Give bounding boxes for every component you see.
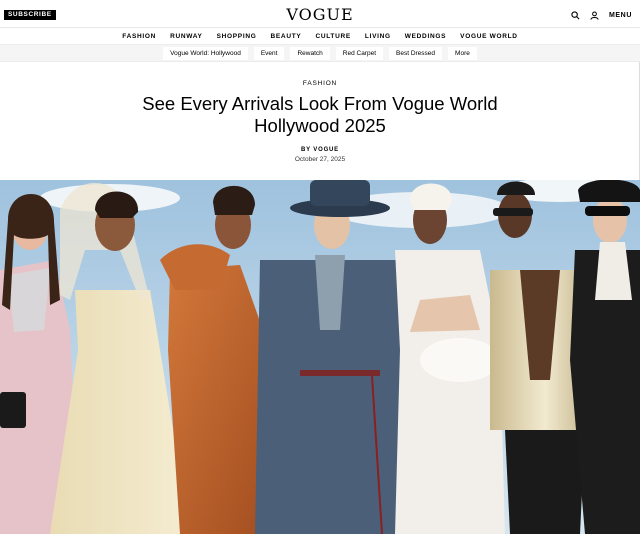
hero-photo-illustration (0, 180, 640, 534)
article-headline: See Every Arrivals Look From Vogue World… (142, 93, 498, 136)
nav-item-vogue-world[interactable]: VOGUE WORLD (460, 33, 518, 40)
subnav-item-rewatch[interactable]: Rewatch (290, 46, 330, 60)
nav-item-fashion[interactable]: FASHION (122, 33, 156, 40)
subnav-item-more[interactable]: More (448, 46, 477, 60)
hero-image[interactable] (0, 180, 640, 534)
nav-item-culture[interactable]: CULTURE (315, 33, 350, 40)
user-icon[interactable] (590, 10, 599, 20)
main-nav: FASHION RUNWAY SHOPPING BEAUTY CULTURE L… (0, 28, 640, 44)
vogue-logo[interactable]: VOGUE (0, 5, 640, 24)
nav-item-living[interactable]: LIVING (365, 33, 391, 40)
sub-nav: Vogue World: Hollywood Event Rewatch Red… (0, 44, 640, 62)
article-byline[interactable]: BY VOGUE (0, 147, 640, 153)
top-bar: SUBSCRIBE VOGUE MENU (0, 0, 640, 28)
header-tools: MENU (571, 8, 632, 22)
subnav-item-red-carpet[interactable]: Red Carpet (335, 46, 384, 60)
menu-button[interactable]: MENU (609, 12, 632, 19)
search-icon[interactable] (571, 10, 580, 20)
article-kicker[interactable]: FASHION (0, 80, 640, 87)
subnav-item-event[interactable]: Event (253, 46, 285, 60)
subnav-item-best-dressed[interactable]: Best Dressed (389, 46, 443, 60)
nav-item-beauty[interactable]: BEAUTY (271, 33, 302, 40)
nav-item-shopping[interactable]: SHOPPING (217, 33, 257, 40)
nav-item-weddings[interactable]: WEDDINGS (405, 33, 446, 40)
nav-item-runway[interactable]: RUNWAY (170, 33, 203, 40)
subnav-item-vogue-world-hollywood[interactable]: Vogue World: Hollywood (163, 46, 248, 60)
article-date: October 27, 2025 (294, 156, 346, 163)
